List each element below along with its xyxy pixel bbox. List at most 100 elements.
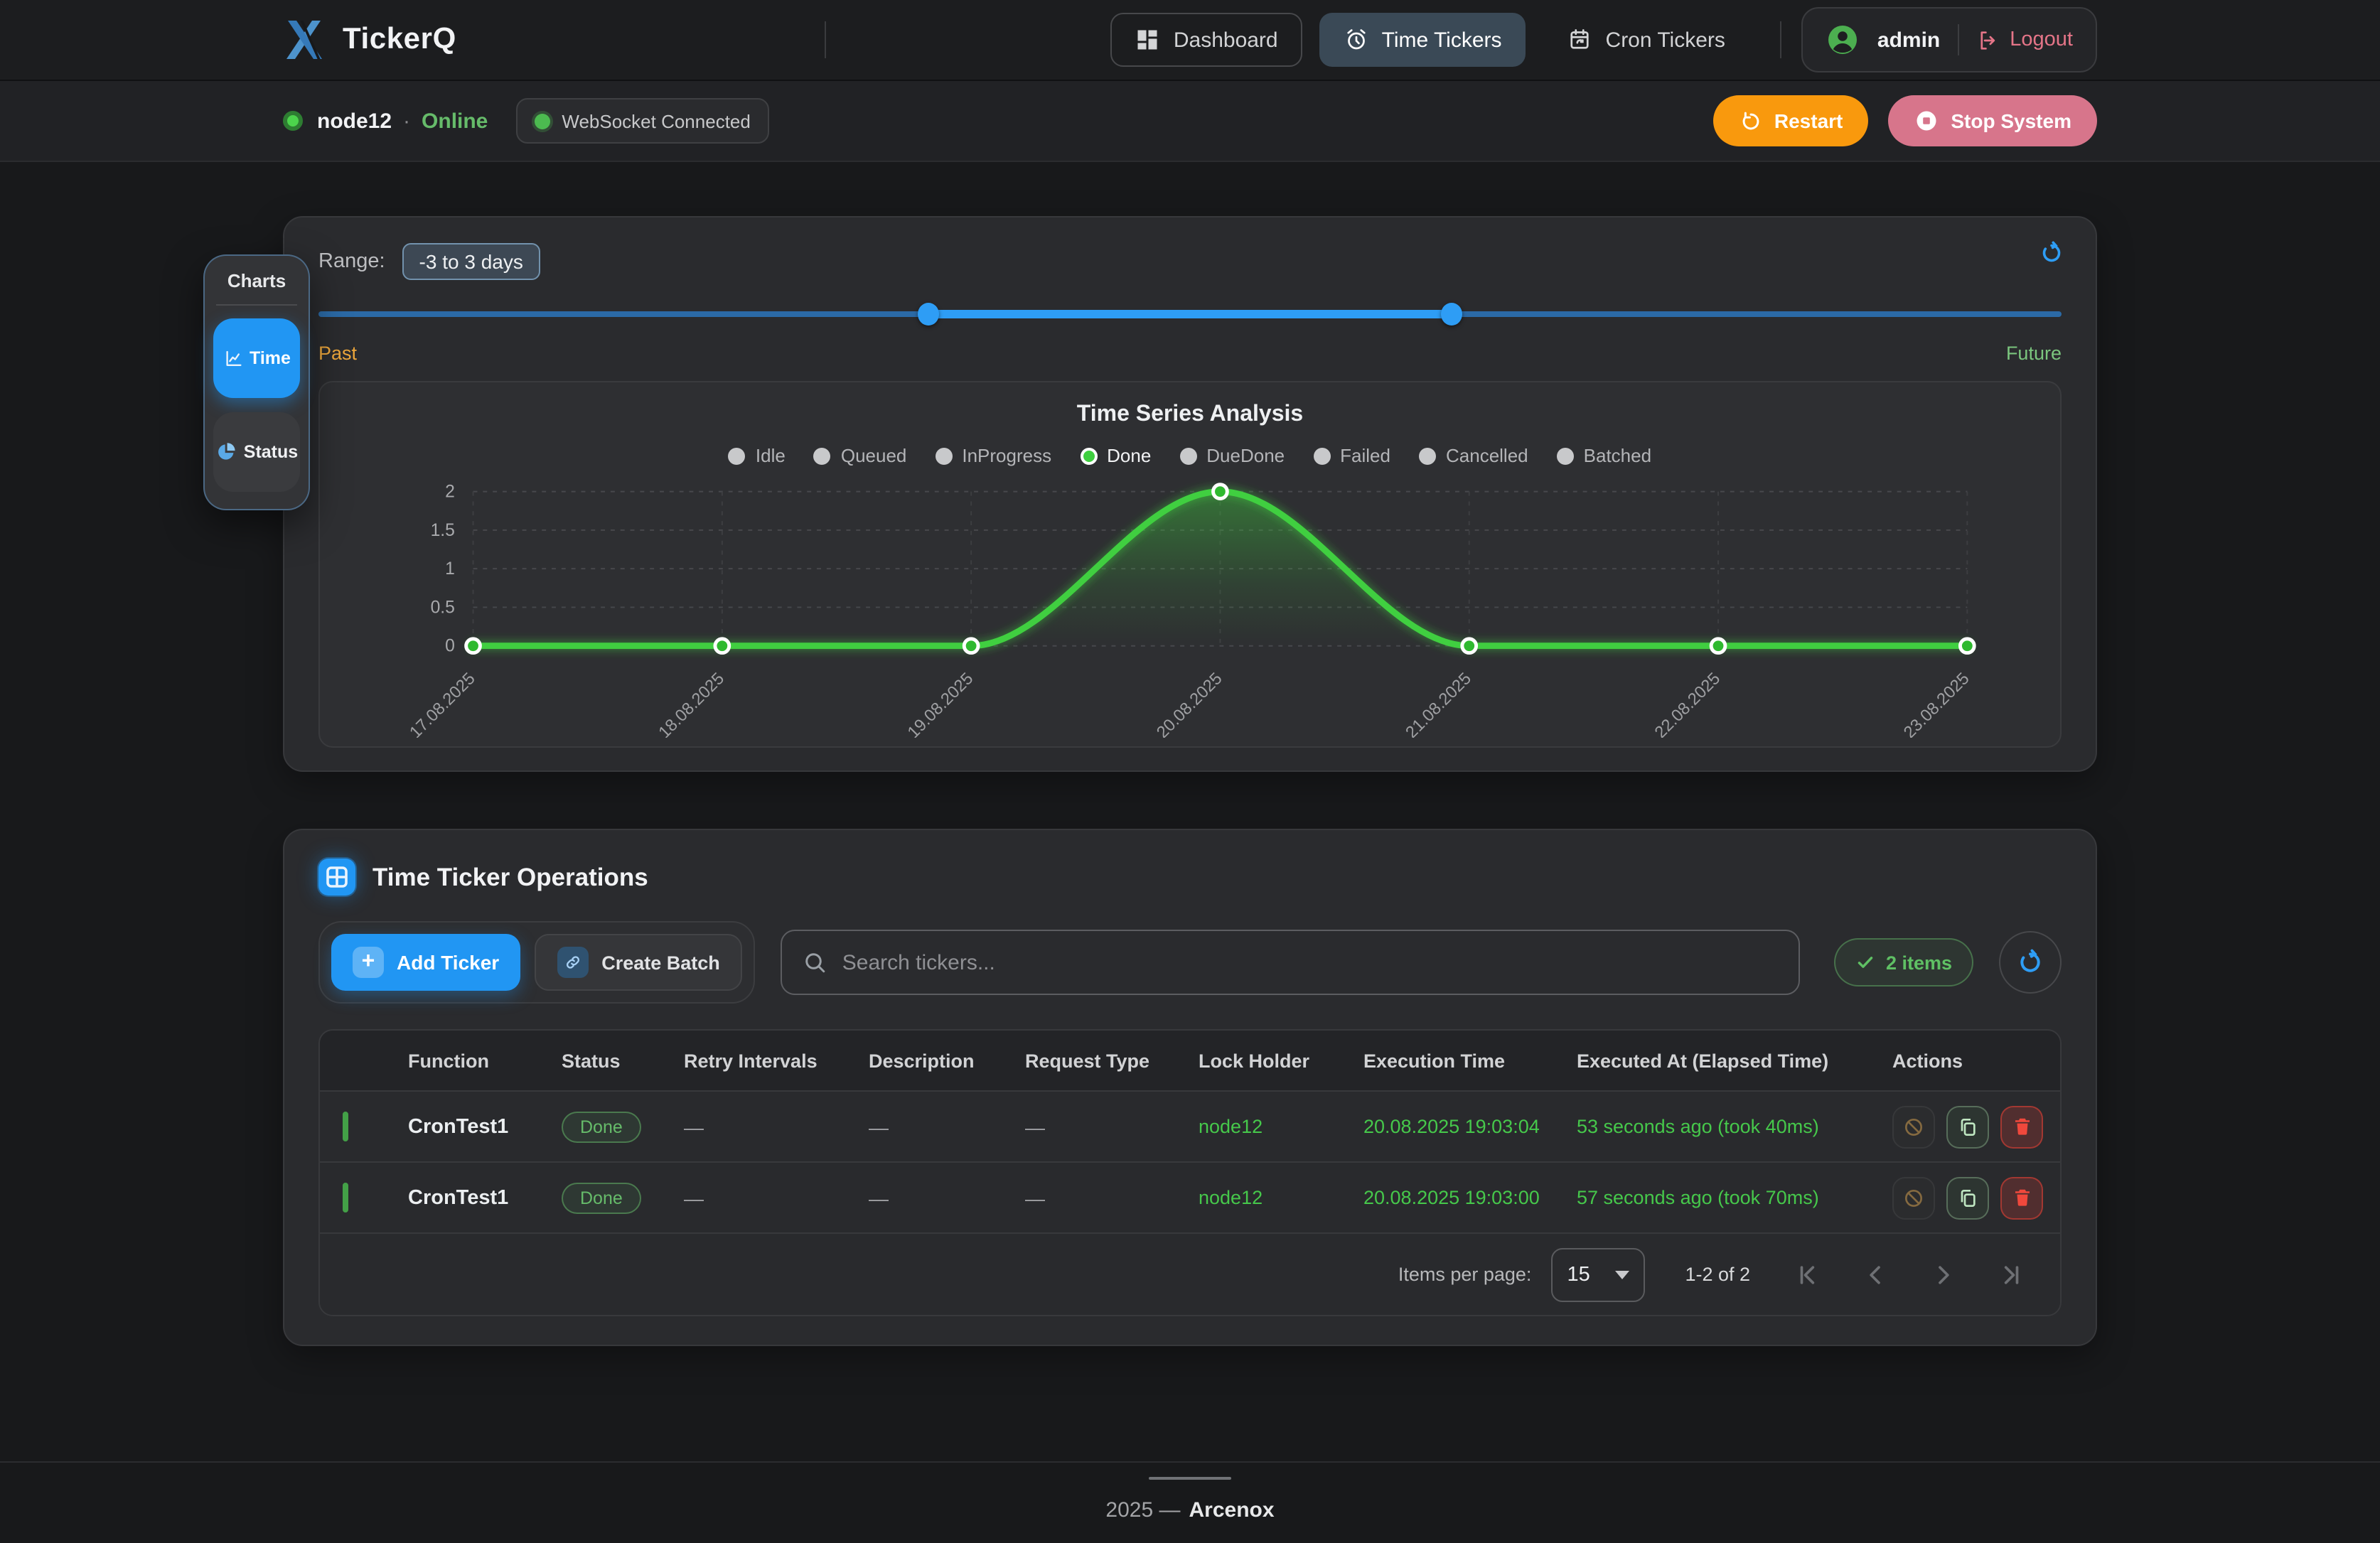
cell-execution-time: 20.08.2025 19:03:00 (1363, 1188, 1577, 1209)
user-menu: admin Logout (1802, 7, 2097, 72)
column-execution-time: Execution Time (1363, 1050, 1577, 1072)
charts-sidebar-divider (216, 304, 297, 306)
sidebar-item-time-chart[interactable]: Time (213, 318, 300, 398)
range-slider[interactable] (318, 303, 2062, 326)
app-title: TickerQ (343, 23, 456, 57)
restart-label: Restart (1774, 109, 1843, 132)
logout-button[interactable]: Logout (1976, 28, 2073, 52)
cancel-action-button[interactable] (1892, 1106, 1935, 1149)
cell-lock-holder: node12 (1199, 1188, 1363, 1209)
cell-retry-intervals: — (684, 1187, 869, 1210)
chart-title: Time Series Analysis (340, 402, 2040, 428)
trash-icon (2011, 1188, 2032, 1209)
nav-time-tickers-label: Time Tickers (1382, 28, 1502, 52)
table-row: CronTest1 Done — — — node12 20.08.2025 1… (320, 1162, 2060, 1233)
footer: 2025 —Arcenox (0, 1461, 2380, 1522)
system-actions: Restart Stop System (1713, 95, 2097, 146)
svg-text:1.5: 1.5 (431, 521, 455, 540)
pagination-nav (1793, 1261, 2026, 1289)
delete-action-button[interactable] (2000, 1106, 2043, 1149)
user-menu-divider (1957, 24, 1958, 55)
legend-dot (1179, 447, 1196, 464)
websocket-label: WebSocket Connected (562, 110, 750, 131)
y-axis-labels: 2 1.5 1 0.5 0 (431, 483, 455, 656)
slider-handle-start[interactable] (918, 303, 939, 326)
nav-dashboard-label: Dashboard (1174, 28, 1278, 52)
items-per-page-label: Items per page: (1398, 1264, 1532, 1286)
link-icon (557, 947, 589, 979)
items-per-page-select[interactable]: 15 (1551, 1248, 1645, 1302)
svg-text:0: 0 (445, 637, 455, 656)
cell-function: CronTest1 (408, 1116, 562, 1139)
svg-text:1: 1 (445, 559, 455, 579)
chevron-down-icon (1615, 1271, 1629, 1279)
next-page-button[interactable] (1929, 1261, 1958, 1289)
create-batch-label: Create Batch (601, 952, 720, 974)
delete-action-button[interactable] (2000, 1177, 2043, 1220)
slider-handle-end[interactable] (1441, 303, 1462, 326)
table-grid-icon (318, 859, 355, 896)
svg-text:18.08.2025: 18.08.2025 (655, 670, 728, 738)
websocket-dot (535, 113, 550, 129)
node-status-dot (283, 111, 303, 131)
x-axis-labels: 17.08.2025 18.08.2025 19.08.2025 20.08.2… (407, 670, 1973, 738)
column-retry-intervals: Retry Intervals (684, 1050, 869, 1072)
legend-item-cancelled[interactable]: Cancelled (1419, 445, 1528, 466)
legend-item-batched[interactable]: Batched (1557, 445, 1651, 466)
chart-refresh-button[interactable] (2039, 237, 2070, 269)
duplicate-action-button[interactable] (1946, 1177, 1989, 1220)
row-actions (1892, 1106, 2043, 1149)
logout-icon (1976, 28, 2000, 52)
brand[interactable]: TickerQ (283, 18, 456, 61)
cell-retry-intervals: — (684, 1116, 869, 1139)
legend-item-queued[interactable]: Queued (814, 445, 907, 466)
legend-item-idle[interactable]: Idle (729, 445, 786, 466)
legend-item-duedone[interactable]: DueDone (1179, 445, 1285, 466)
slider-active-track[interactable] (928, 310, 1452, 318)
navbar-divider-2 (1781, 21, 1782, 58)
dashboard-icon (1135, 27, 1161, 53)
first-page-button[interactable] (1793, 1261, 1821, 1289)
legend-item-done[interactable]: Done (1080, 445, 1151, 466)
svg-text:2: 2 (445, 483, 455, 502)
logout-label: Logout (2010, 28, 2073, 51)
add-ticker-button[interactable]: + Add Ticker (331, 935, 520, 991)
page-last-icon (1998, 1261, 2026, 1289)
sidebar-item-status-chart[interactable]: Status (213, 412, 300, 492)
statusbar: node12 · Online WebSocket Connected Rest… (0, 81, 2380, 162)
nav-time-tickers[interactable]: Time Tickers (1319, 13, 1526, 67)
stop-circle-icon (1914, 108, 1939, 134)
charts-sidebar-title: Charts (213, 270, 300, 291)
duplicate-action-button[interactable] (1946, 1106, 1989, 1149)
operations-title: Time Ticker Operations (372, 863, 648, 893)
app-logo (283, 18, 326, 61)
row-checkbox[interactable] (343, 1112, 348, 1141)
legend-item-inprogress[interactable]: InProgress (935, 445, 1051, 466)
cell-lock-holder: node12 (1199, 1117, 1363, 1138)
legend-dot (935, 447, 952, 464)
column-function: Function (408, 1050, 562, 1072)
stop-system-label: Stop System (1951, 109, 2071, 132)
search-input[interactable] (842, 951, 1779, 975)
column-description: Description (869, 1050, 1025, 1072)
cancel-action-button[interactable] (1892, 1177, 1935, 1220)
last-page-button[interactable] (1998, 1261, 2026, 1289)
svg-text:17.08.2025: 17.08.2025 (407, 670, 479, 738)
table-refresh-button[interactable] (1999, 932, 2062, 994)
restart-button[interactable]: Restart (1713, 95, 1869, 146)
navbar-divider (825, 21, 827, 58)
nav-cron-tickers[interactable]: Cron Tickers (1543, 13, 1749, 67)
account-circle-icon (1826, 23, 1860, 57)
column-request-type: Request Type (1025, 1050, 1199, 1072)
cell-function: CronTest1 (408, 1187, 562, 1210)
prev-page-button[interactable] (1861, 1261, 1889, 1289)
legend-item-failed[interactable]: Failed (1313, 445, 1390, 466)
create-batch-button[interactable]: Create Batch (535, 935, 743, 991)
stop-system-button[interactable]: Stop System (1888, 95, 2097, 146)
cell-executed-at: 57 seconds ago (took 70ms) (1577, 1188, 1892, 1209)
legend-dot (1313, 447, 1330, 464)
status-badge: Done (562, 1183, 641, 1214)
row-checkbox[interactable] (343, 1183, 348, 1213)
nav-dashboard[interactable]: Dashboard (1111, 13, 1302, 67)
add-ticker-label: Add Ticker (397, 952, 499, 974)
